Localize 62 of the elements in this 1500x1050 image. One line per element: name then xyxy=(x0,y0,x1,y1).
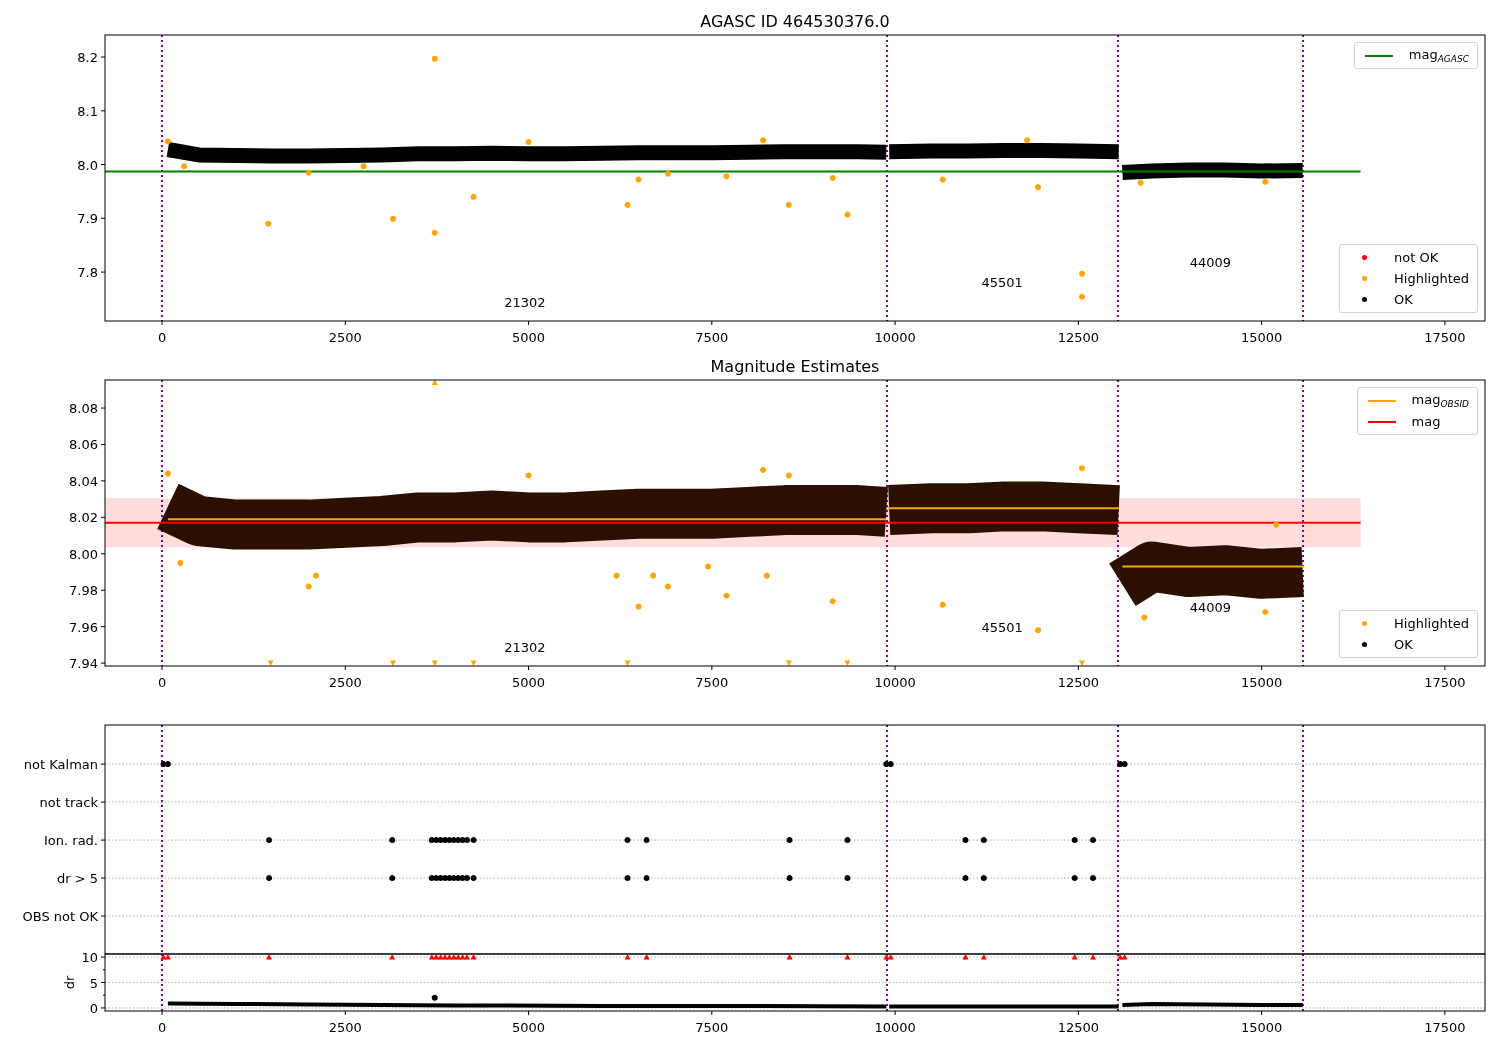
obsid-label: 45501 xyxy=(981,620,1023,636)
obsid-label: 21302 xyxy=(504,640,546,656)
legend-label: not OK xyxy=(1394,250,1439,265)
y-tick-label: 10 xyxy=(81,950,98,966)
y-tick-label: 8.2 xyxy=(77,50,98,66)
x-tick-label: 12500 xyxy=(1057,330,1100,345)
obsid-label: 44009 xyxy=(1189,255,1231,271)
legend-label: Highlighted xyxy=(1394,616,1469,631)
x-tick-label: 2500 xyxy=(328,1020,362,1035)
y-tick-label: 7.96 xyxy=(69,619,98,635)
legend-label: mag xyxy=(1411,414,1441,429)
x-tick-label: 7500 xyxy=(695,1020,729,1035)
x-tick-label: 5000 xyxy=(512,675,546,690)
y-tick-label: 8.08 xyxy=(69,401,98,417)
x-tick-label: 0 xyxy=(157,675,167,690)
x-tick-label: 0 xyxy=(157,330,167,345)
obsid-label: 44009 xyxy=(1189,600,1231,616)
y-tick-label: 8.02 xyxy=(69,510,98,526)
y-tick-label: 8.00 xyxy=(69,546,98,562)
legend-label: mag$_{OBSID}$ xyxy=(1411,392,1469,409)
legend-label: OK xyxy=(1394,292,1413,307)
x-tick-label: 7500 xyxy=(695,675,729,690)
y-tick-label: 8.04 xyxy=(69,473,98,489)
chart-title: Magnitude Estimates xyxy=(710,357,880,376)
y-axis-label: dr xyxy=(62,975,77,990)
x-tick-label: 5000 xyxy=(512,330,546,345)
chart-title: AGASC ID 464530376.0 xyxy=(700,12,890,31)
y-tick-label: not Kalman xyxy=(23,757,98,773)
x-tick-label: 7500 xyxy=(695,330,729,345)
y-tick-label: 7.9 xyxy=(77,211,98,227)
y-tick-label: 8.1 xyxy=(77,103,98,119)
y-tick-label: dr > 5 xyxy=(56,871,98,887)
legend-label: Highlighted xyxy=(1394,271,1469,286)
obsid-label: 45501 xyxy=(981,275,1023,291)
y-tick-label: 8.06 xyxy=(69,437,98,453)
x-tick-label: 10000 xyxy=(874,675,916,690)
x-tick-label: 12500 xyxy=(1057,675,1100,690)
y-tick-label: OBS not OK xyxy=(22,909,98,924)
x-tick-label: 17500 xyxy=(1424,675,1466,690)
x-tick-label: 15000 xyxy=(1240,330,1283,345)
x-tick-label: 15000 xyxy=(1240,1020,1283,1035)
y-tick-label: Ion. rad. xyxy=(44,833,98,849)
y-tick-label: 7.98 xyxy=(69,583,98,599)
x-tick-label: 17500 xyxy=(1424,330,1466,345)
y-tick-label: 0 xyxy=(89,1000,98,1016)
y-tick-label: 7.94 xyxy=(69,656,98,672)
legend-label: OK xyxy=(1394,637,1413,652)
x-tick-label: 17500 xyxy=(1424,1020,1466,1035)
obsid-label: 21302 xyxy=(504,295,546,310)
legend-label: mag$_{AGASC}$ xyxy=(1408,47,1469,64)
x-tick-label: 10000 xyxy=(874,330,916,345)
x-tick-label: 2500 xyxy=(328,330,362,345)
x-tick-label: 5000 xyxy=(512,1020,546,1035)
y-tick-label: not track xyxy=(39,795,98,811)
x-tick-label: 15000 xyxy=(1240,675,1283,690)
y-tick-label: 8.0 xyxy=(77,157,98,173)
x-tick-label: 2500 xyxy=(328,675,362,690)
x-tick-label: 12500 xyxy=(1057,1020,1100,1035)
y-tick-label: 5 xyxy=(89,975,98,991)
x-tick-label: 10000 xyxy=(874,1020,916,1035)
x-tick-label: 0 xyxy=(157,1020,167,1035)
y-tick-label: 7.8 xyxy=(77,265,98,281)
